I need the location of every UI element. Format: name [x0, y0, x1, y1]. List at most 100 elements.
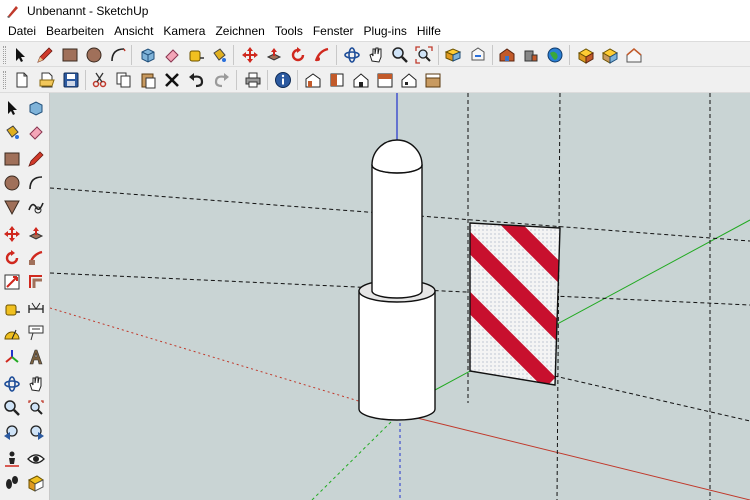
zoom-window-icon[interactable]: [26, 398, 46, 418]
toolbar-separator: [569, 45, 570, 65]
open-folder-icon[interactable]: [37, 70, 57, 90]
circle-icon[interactable]: [2, 173, 22, 193]
paint-bucket-icon[interactable]: [209, 45, 229, 65]
red-axis-dotted: [50, 307, 406, 416]
freehand-icon[interactable]: [26, 197, 46, 217]
toolbar-separator: [267, 70, 268, 90]
menu-zeichnen[interactable]: Zeichnen: [210, 22, 269, 41]
menu-kamera[interactable]: Kamera: [158, 22, 210, 41]
eraser-icon[interactable]: [26, 122, 46, 142]
3d-text-icon[interactable]: [26, 347, 46, 367]
cut-icon[interactable]: [90, 70, 110, 90]
toolbar-separator: [236, 70, 237, 90]
rectangle-icon[interactable]: [60, 45, 80, 65]
make-component-icon[interactable]: [26, 98, 46, 118]
extension-icon[interactable]: [576, 45, 596, 65]
select-arrow-icon[interactable]: [2, 98, 22, 118]
walk-icon[interactable]: [2, 473, 22, 493]
make-component-icon[interactable]: [138, 45, 158, 65]
google-earth-icon[interactable]: [545, 45, 565, 65]
paste-icon[interactable]: [138, 70, 158, 90]
sketchup-app-icon[interactable]: [5, 3, 21, 19]
arc-icon[interactable]: [108, 45, 128, 65]
toolbar-grip[interactable]: [3, 71, 6, 89]
follow-me-icon[interactable]: [26, 248, 46, 268]
print-icon[interactable]: [243, 70, 263, 90]
menu-bearbeiten[interactable]: Bearbeiten: [41, 22, 109, 41]
move-icon[interactable]: [240, 45, 260, 65]
right-view-icon[interactable]: [375, 70, 395, 90]
tape-measure-icon[interactable]: [186, 45, 206, 65]
get-models-icon[interactable]: [443, 45, 463, 65]
zoom-icon[interactable]: [390, 45, 410, 65]
delete-icon[interactable]: [162, 70, 182, 90]
paint-bucket-icon[interactable]: [2, 122, 22, 142]
share-model-icon[interactable]: [468, 45, 488, 65]
warehouse-icon[interactable]: [497, 45, 517, 65]
section-plane-icon[interactable]: [26, 473, 46, 493]
zoom-extents-icon[interactable]: [414, 45, 434, 65]
position-camera-icon[interactable]: [2, 449, 22, 469]
iso-view-icon[interactable]: [303, 70, 323, 90]
house-view-icon[interactable]: [624, 45, 644, 65]
menu-plugins[interactable]: Plug-ins: [359, 22, 412, 41]
offset-icon[interactable]: [26, 272, 46, 292]
select-arrow-icon[interactable]: [10, 45, 30, 65]
toolbar-separator: [233, 45, 234, 65]
building-maker-icon[interactable]: [521, 45, 541, 65]
push-pull-icon[interactable]: [264, 45, 284, 65]
cylinder-model[interactable]: [358, 139, 436, 421]
menu-fenster[interactable]: Fenster: [308, 22, 359, 41]
scale-icon[interactable]: [2, 272, 22, 292]
tape-measure-icon[interactable]: [2, 299, 22, 319]
menu-ansicht[interactable]: Ansicht: [109, 22, 158, 41]
redo-icon[interactable]: [211, 70, 231, 90]
orbit-icon[interactable]: [342, 45, 362, 65]
rotate-icon[interactable]: [288, 45, 308, 65]
pan-icon[interactable]: [26, 374, 46, 394]
eraser-icon[interactable]: [162, 45, 182, 65]
green-axis-below: [311, 417, 396, 500]
dimension-icon[interactable]: [26, 299, 46, 319]
pencil-icon[interactable]: [35, 45, 55, 65]
top-view-icon[interactable]: [327, 70, 347, 90]
rectangle-icon[interactable]: [2, 149, 22, 169]
move-icon[interactable]: [2, 224, 22, 244]
protractor-icon[interactable]: [2, 323, 22, 343]
menu-datei[interactable]: Datei: [3, 22, 41, 41]
text-icon[interactable]: [26, 323, 46, 343]
menu-hilfe[interactable]: Hilfe: [412, 22, 446, 41]
model-info-icon[interactable]: [273, 70, 293, 90]
arc-icon[interactable]: [26, 173, 46, 193]
circle-icon[interactable]: [84, 45, 104, 65]
drawing-viewport[interactable]: [50, 93, 750, 500]
axes-icon[interactable]: [2, 347, 22, 367]
toolbar-separator: [438, 45, 439, 65]
line-icon[interactable]: [26, 149, 46, 169]
left-view-icon[interactable]: [423, 70, 443, 90]
look-around-icon[interactable]: [26, 449, 46, 469]
zoom-icon[interactable]: [2, 398, 22, 418]
new-file-icon[interactable]: [12, 70, 32, 90]
polygon-icon[interactable]: [2, 197, 22, 217]
component-browser-icon[interactable]: [600, 45, 620, 65]
scene-canvas[interactable]: [50, 93, 750, 500]
pan-hand-icon[interactable]: [366, 45, 386, 65]
rotate-icon[interactable]: [2, 248, 22, 268]
menu-tools[interactable]: Tools: [270, 22, 308, 41]
copy-icon[interactable]: [114, 70, 134, 90]
back-view-icon[interactable]: [399, 70, 419, 90]
orbit-icon[interactable]: [2, 374, 22, 394]
follow-me-icon[interactable]: [312, 45, 332, 65]
toolbar-separator: [85, 70, 86, 90]
toolbar-separator: [297, 70, 298, 90]
undo-icon[interactable]: [187, 70, 207, 90]
save-icon[interactable]: [61, 70, 81, 90]
next-view-icon[interactable]: [26, 422, 46, 442]
push-pull-icon[interactable]: [26, 224, 46, 244]
toolbar-separator: [492, 45, 493, 65]
previous-view-icon[interactable]: [2, 422, 22, 442]
front-view-icon[interactable]: [351, 70, 371, 90]
toolbar-row-2: [0, 67, 750, 93]
toolbar-grip[interactable]: [3, 46, 6, 64]
